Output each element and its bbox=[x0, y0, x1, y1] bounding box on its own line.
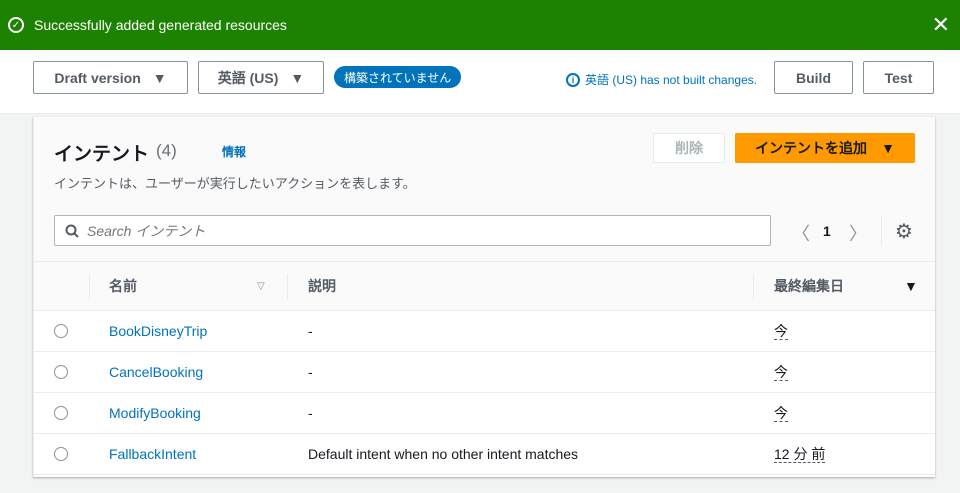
row-radio[interactable] bbox=[54, 365, 68, 379]
table-row[interactable]: FallbackIntent Default intent when no ot… bbox=[34, 434, 935, 475]
intent-name-link[interactable]: ModifyBooking bbox=[109, 405, 201, 421]
intent-count: (4) bbox=[156, 141, 177, 160]
intent-name-link[interactable]: BookDisneyTrip bbox=[109, 323, 207, 339]
search-box[interactable] bbox=[54, 215, 771, 246]
row-radio[interactable] bbox=[54, 447, 68, 461]
intent-description: - bbox=[308, 364, 313, 380]
build-button[interactable]: Build bbox=[774, 61, 853, 94]
last-modified: 今 bbox=[774, 322, 788, 340]
check-circle-icon: ✓ bbox=[8, 17, 24, 33]
row-radio[interactable] bbox=[54, 406, 68, 420]
sort-desc-icon[interactable]: ▼ bbox=[904, 262, 918, 310]
intent-description: - bbox=[308, 405, 313, 421]
add-intent-button[interactable]: インテントを追加 ▼ bbox=[735, 133, 915, 163]
header-description[interactable]: 説明 bbox=[308, 262, 336, 310]
status-badge: 構築されていません bbox=[334, 66, 462, 88]
next-page-icon[interactable]: 〉 bbox=[849, 220, 867, 246]
caret-down-icon: ▼ bbox=[152, 69, 167, 86]
table-row[interactable]: BookDisneyTrip - 今 bbox=[34, 311, 935, 352]
intent-name-link[interactable]: CancelBooking bbox=[109, 364, 203, 380]
language-label: 英語 (US) bbox=[217, 69, 279, 86]
banner-message: Successfully added generated resources bbox=[34, 17, 287, 33]
panel-title: インテント bbox=[54, 144, 150, 165]
intents-panel: インテント (4) 情報 インテントは、ユーザーが実行したいアクションを表します… bbox=[33, 117, 935, 477]
last-modified: 12 分 前 bbox=[774, 445, 826, 463]
info-icon: i bbox=[566, 72, 580, 87]
sort-icon[interactable]: ▽ bbox=[257, 262, 265, 310]
add-intent-label: インテントを追加 bbox=[755, 140, 868, 156]
build-info: i 英語 (US) has not built changes. bbox=[566, 71, 757, 88]
intents-table: 名前 ▽ 説明 最終編集日 ▼ BookDisneyTrip - 今 Cance… bbox=[34, 262, 935, 475]
gear-icon[interactable]: ⚙ bbox=[895, 219, 913, 244]
row-radio[interactable] bbox=[54, 324, 68, 338]
panel-description: インテントは、ユーザーが実行したいアクションを表します。 bbox=[54, 176, 416, 191]
info-link[interactable]: 情報 bbox=[222, 143, 246, 160]
build-info-text: 英語 (US) has not built changes. bbox=[585, 73, 758, 87]
table-row[interactable]: ModifyBooking - 今 bbox=[34, 393, 935, 434]
top-bar: Draft version ▼ 英語 (US) ▼ 構築されていません i 英語 (U… bbox=[0, 50, 960, 114]
header-name[interactable]: 名前 bbox=[109, 262, 137, 310]
prev-page-icon[interactable]: 〈 bbox=[792, 220, 810, 246]
search-input[interactable] bbox=[87, 222, 687, 239]
table-row[interactable]: CancelBooking - 今 bbox=[34, 352, 935, 393]
close-icon[interactable]: ✕ bbox=[932, 12, 950, 38]
intent-description: - bbox=[308, 323, 313, 339]
table-header: 名前 ▽ 説明 最終編集日 ▼ bbox=[34, 262, 935, 311]
last-modified: 今 bbox=[774, 404, 788, 422]
delete-button[interactable]: 削除 bbox=[653, 133, 725, 163]
language-select[interactable]: 英語 (US) ▼ bbox=[198, 61, 324, 94]
intent-description: Default intent when no other intent matc… bbox=[308, 446, 579, 462]
caret-down-icon: ▼ bbox=[290, 69, 305, 86]
last-modified: 今 bbox=[774, 363, 788, 381]
search-icon bbox=[65, 224, 79, 238]
test-button[interactable]: Test bbox=[863, 61, 934, 94]
caret-down-icon: ▼ bbox=[881, 140, 895, 156]
divider bbox=[881, 216, 882, 246]
version-label: Draft version bbox=[54, 69, 141, 86]
header-modified[interactable]: 最終編集日 bbox=[774, 262, 844, 310]
version-select[interactable]: Draft version ▼ bbox=[33, 61, 188, 94]
intent-name-link[interactable]: FallbackIntent bbox=[109, 446, 196, 462]
page-number[interactable]: 1 bbox=[823, 223, 831, 239]
success-banner: ✓ Successfully added generated resources… bbox=[0, 0, 960, 50]
